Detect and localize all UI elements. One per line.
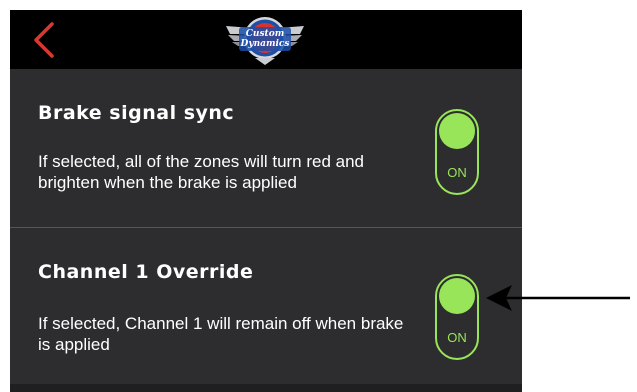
header-bar: Custom Dynamics [10,10,522,69]
setting-row-channel-1-override: Channel 1 Override If selected, Channel … [10,228,522,384]
toggle-state-label: ON [447,165,467,180]
screenshot-stage: Custom Dynamics Brake signal sync If sel… [0,0,637,392]
chevron-left-icon [34,22,54,58]
brake-signal-sync-toggle[interactable]: ON [435,109,479,195]
setting-title: Brake signal sync [38,102,235,124]
logo-text-line1: Custom [245,29,285,39]
logo-text-line2: Dynamics [240,39,290,49]
bottom-strip [10,384,522,392]
channel-1-override-toggle[interactable]: ON [435,274,479,360]
toggle-knob [439,278,475,314]
toggle-knob [439,113,475,149]
app-screen: Custom Dynamics Brake signal sync If sel… [10,10,522,392]
custom-dynamics-logo: Custom Dynamics [222,12,308,68]
toggle-state-label: ON [447,330,467,345]
setting-title: Channel 1 Override [38,261,254,283]
setting-row-brake-signal-sync: Brake signal sync If selected, all of th… [10,69,522,227]
setting-description: If selected, all of the zones will turn … [38,152,365,192]
setting-description: If selected, Channel 1 will remain off w… [38,314,404,354]
back-button[interactable] [28,20,62,60]
annotation-arrow-icon [486,285,630,311]
